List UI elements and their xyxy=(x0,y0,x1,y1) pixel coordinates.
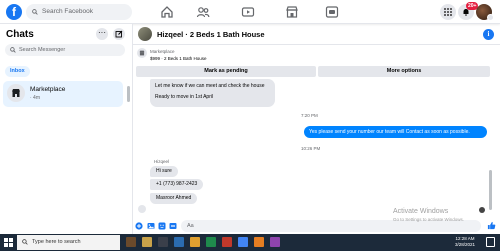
outgoing-message[interactable]: Yes please send your number our team wil… xyxy=(304,126,487,138)
search-placeholder: Search Facebook xyxy=(42,8,93,15)
taskbar-app-icon[interactable] xyxy=(222,237,232,247)
chats-title: Chats xyxy=(6,29,34,40)
message-text: Let me know if we can meet and check the… xyxy=(155,83,265,89)
taskbar-app-icon[interactable] xyxy=(174,237,184,247)
incoming-message[interactable]: +1 (773) 987-2423 xyxy=(150,179,204,190)
file-explorer-icon[interactable] xyxy=(190,237,200,247)
friends-icon[interactable] xyxy=(196,5,210,19)
chat-options-button[interactable]: ··· xyxy=(96,28,108,40)
windows-taskbar: Type here to search 12:28 AM 3/28/2021 xyxy=(0,234,500,251)
gaming-icon[interactable] xyxy=(325,5,339,19)
action-center-icon[interactable] xyxy=(486,237,495,247)
taskbar-app-icon[interactable] xyxy=(126,237,136,247)
gif-icon[interactable] xyxy=(169,222,177,230)
thumbs-up-icon[interactable] xyxy=(487,221,496,230)
incoming-message[interactable]: Hi sure xyxy=(150,166,178,177)
watermark-title: Activate Windows xyxy=(393,208,449,215)
chrome-icon[interactable] xyxy=(238,237,248,247)
sender-name: Hizqeel xyxy=(154,159,170,164)
mark-as-pending-button[interactable]: Mark as pending xyxy=(136,66,316,77)
sender-avatar xyxy=(138,205,146,213)
windows-start-icon[interactable] xyxy=(4,238,13,247)
marketplace-icon xyxy=(137,48,147,58)
marketplace-icon xyxy=(7,84,25,102)
grid-icon xyxy=(444,8,452,16)
listing-description[interactable]: $999 · 2 Beds 1 Bath House xyxy=(150,56,207,61)
incoming-message[interactable]: Let me know if we can meet and check the… xyxy=(150,79,275,107)
taskbar-search-placeholder: Type here to search xyxy=(32,239,81,245)
search-icon xyxy=(22,239,28,245)
inbox-filter-tab[interactable]: Inbox xyxy=(5,66,30,77)
thread-scrollbar[interactable] xyxy=(489,170,492,210)
photo-icon[interactable] xyxy=(147,222,155,230)
info-icon[interactable]: i xyxy=(483,29,494,40)
menu-grid-button[interactable] xyxy=(440,4,456,20)
search-icon xyxy=(10,47,16,53)
incoming-message[interactable]: Masroor Ahmed xyxy=(150,193,198,204)
sticker-icon[interactable] xyxy=(158,222,166,230)
more-options-button[interactable]: More options xyxy=(318,66,490,77)
taskbar-app-icon[interactable] xyxy=(270,237,280,247)
read-receipt-avatar xyxy=(479,207,485,213)
profile-avatar[interactable] xyxy=(476,4,494,21)
search-icon xyxy=(32,9,38,15)
task-view-icon[interactable] xyxy=(158,237,168,247)
conversation-item-marketplace[interactable]: Marketplace · 4m xyxy=(3,81,123,107)
sidebar-scrollbar[interactable] xyxy=(127,86,130,102)
watch-icon[interactable] xyxy=(241,5,255,19)
home-icon[interactable] xyxy=(160,5,174,19)
compose-icon xyxy=(115,30,123,38)
conversation-title[interactable]: Hizqeel · 2 Beds 1 Bath House xyxy=(157,30,265,39)
top-navigation-bar: f Search Facebook 20+ xyxy=(0,0,500,24)
facebook-search-input[interactable]: Search Facebook xyxy=(26,4,132,20)
chevron-down-icon[interactable] xyxy=(487,14,494,21)
taskbar-app-icon[interactable] xyxy=(206,237,216,247)
chats-sidebar: Chats ··· Search Messenger Inbox Marketp… xyxy=(0,24,133,234)
taskbar-app-icon[interactable] xyxy=(142,237,152,247)
clock-date: 3/28/2021 xyxy=(455,242,476,247)
taskbar-search-input[interactable]: Type here to search xyxy=(17,235,120,250)
message-text: Ready to move in 1st April xyxy=(155,94,214,100)
message-timestamp: 7:20 PM xyxy=(301,113,318,118)
message-timestamp: 10:26 PM xyxy=(301,146,321,151)
watermark-subtitle: Go to Settings to activate Windows. xyxy=(393,217,465,222)
conversation-time: · 4m xyxy=(30,95,40,101)
conversation-header: Hizqeel · 2 Beds 1 Bath House i xyxy=(133,24,500,45)
messenger-search-placeholder: Search Messenger xyxy=(19,47,66,53)
activate-windows-watermark: Activate Windows Go to Settings to activ… xyxy=(393,208,464,224)
new-message-button[interactable] xyxy=(113,28,125,40)
facebook-logo[interactable]: f xyxy=(6,4,22,20)
messenger-search-input[interactable]: Search Messenger xyxy=(5,44,125,56)
listing-banner: Marketplace $999 · 2 Beds 1 Bath House xyxy=(133,46,493,64)
taskbar-clock[interactable]: 12:28 AM 3/28/2021 xyxy=(455,236,475,248)
marketplace-icon[interactable] xyxy=(285,5,299,19)
listing-label: Marketplace xyxy=(150,49,175,54)
message-thread: Let me know if we can meet and check the… xyxy=(133,79,493,217)
conversation-name: Marketplace xyxy=(30,86,66,93)
listing-avatar[interactable] xyxy=(138,27,152,41)
taskbar-app-icon[interactable] xyxy=(254,237,264,247)
plus-icon[interactable] xyxy=(135,222,143,230)
